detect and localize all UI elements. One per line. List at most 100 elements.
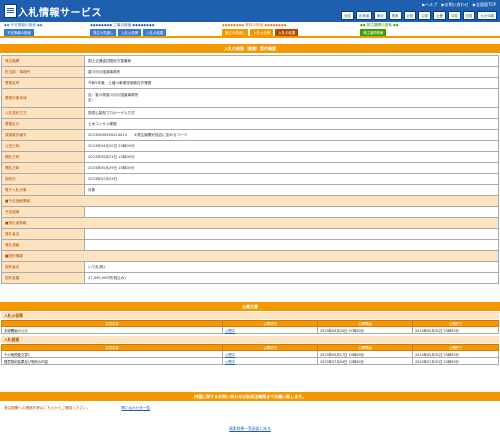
table-row: 随意契約結果及び契約の内容 公開中 2023年07月04日 10時00分 202… [1, 357, 499, 365]
nav-group-agency: ◆◆ 発注機関の検索 ◆◆ 発注機関情報 [360, 23, 399, 36]
row-label: 公告日時 [1, 140, 85, 152]
schedule-search-button[interactable]: 予定情報の検索 [4, 29, 34, 36]
construction-result-button[interactable]: 入札の結果 [143, 29, 167, 36]
row-value: 自：香川県香川河川国道事務所 至： [84, 88, 499, 108]
notice-docs-table: 文書名称 公開状況 公開開始 公開終了 手続開始の公示 公開中 2023年04月… [1, 320, 499, 334]
doc-status-link[interactable]: 公開中 [222, 326, 318, 334]
table-row: 発注機関 国土交通省四国地方整備局 [1, 55, 499, 67]
table-row: 開札日時 2023年05月29日 10時00分 [1, 162, 499, 174]
nav-caption: ◆◆ 発注機関の検索 ◆◆ [360, 23, 399, 27]
top-links: ▶ヘルプ ▶お問い合わせ ▶全国版TOP [419, 2, 496, 8]
contact-bar: 内容に関するお問い合わせは各発注機関までお願い致します。 [0, 392, 500, 401]
table-row: 業務名称 令和5年度 土器川事業評価検討外業務 [1, 77, 499, 89]
category-label: ■契約情報 [1, 250, 499, 262]
row-label: 業務対象地域 [1, 88, 85, 108]
back-link-wrap: 検索結果一覧画面に戻る [0, 426, 500, 432]
search-nav: ◆◆ 予定情報の検索 ◆◆ 予定情報の検索 ◆◆◆◆◆◆◆◆ 工事の検索 ◆◆◆… [0, 22, 500, 36]
category-label: ■落札者情報 [1, 217, 499, 229]
row-label: 落札者名 [1, 228, 85, 240]
row-value: 2023年05月23日 10時00分 [84, 151, 499, 163]
service-outlook-button[interactable]: 発注の見通し [222, 29, 249, 36]
contact-link[interactable]: ▶お問い合わせ [442, 2, 469, 7]
doc-start: 2023年05月17日 10時00分 [317, 350, 413, 358]
row-value: 2023年05月29日 10時00分 [84, 162, 499, 174]
table-row: ■契約情報 [1, 250, 499, 262]
app-title: 入札情報サービス [18, 8, 102, 19]
table-row: 調達案件番号 20230600650024014 ※発注機関が独自に定めるコード [1, 129, 499, 141]
construction-notice-button[interactable]: 入札公告等 [118, 29, 142, 36]
row-label: 発注機関 [1, 55, 85, 67]
row-label: 電子入札対象 [1, 184, 85, 196]
doc-start: 2023年04月20日 07時00分 [317, 326, 413, 334]
region-tab[interactable]: 全国 [341, 11, 354, 20]
doc-name: その他関連文書1 [1, 350, 223, 358]
table-row: 入札契約方式 簡易公募型プロポーザル方式 [1, 107, 499, 119]
table-row: 業務対象地域 自：香川県香川河川国道事務所 至： [1, 88, 499, 108]
region-tab[interactable]: 四国 [462, 11, 476, 20]
docs-title: 公開文書 [0, 302, 500, 311]
doc-name: 随意契約結果及び契約の内容 [1, 357, 223, 365]
row-label: 落札価格 [1, 239, 85, 251]
row-label: 契約日 [1, 173, 85, 185]
region-tab[interactable]: 中国 [447, 11, 461, 20]
region-tab[interactable]: 北陸 [403, 11, 417, 20]
row-value: 土木コンサル業務 [84, 118, 499, 130]
progress-docs-table: 文書名称 公開状況 公開開始 公開終了 その他関連文書1 公開中 2023年05… [1, 344, 499, 365]
help-link[interactable]: ▶ヘルプ [422, 2, 437, 7]
agency-info-button[interactable]: 発注機関情報 [360, 29, 387, 36]
header: 入札情報サービス ▶ヘルプ ▶お問い合わせ ▶全国版TOP 全国 北海道 東北 … [0, 0, 500, 22]
progress-heading: 入札経過 [1, 336, 499, 343]
row-label: 業務区分 [1, 118, 85, 130]
region-tabs: 全国 北海道 東北 関東 北陸 中部 近畿 中国 四国 九州沖縄 [341, 11, 497, 20]
notice-heading: 入札公告等 [1, 312, 499, 319]
service-notice-button[interactable]: 入札公告等 [250, 29, 274, 36]
table-row: 契約金額 27,995,000円(税込み) [1, 272, 499, 284]
contact-list-link[interactable]: 問い合わせ先一覧 [121, 406, 150, 410]
region-tab[interactable]: 近畿 [433, 11, 446, 20]
doc-end: 2023年05月31日 23時59分 [412, 326, 499, 334]
row-label: 開札日時 [1, 162, 85, 174]
region-tab[interactable]: 東北 [373, 11, 387, 20]
region-tab[interactable]: 九州沖縄 [477, 11, 497, 20]
back-to-results-link[interactable]: 検索結果一覧画面に戻る [229, 426, 271, 431]
row-label: 調達案件番号 [1, 129, 85, 141]
nav-group-construction: ◆◆◆◆◆◆◆◆ 工事の検索 ◆◆◆◆◆◆◆◆ 発注の見通し 入札公告等 入札の… [90, 23, 167, 36]
doc-end: 2023年05月31日 23時59分 [412, 350, 499, 358]
row-value: いであ(株) [84, 261, 499, 273]
row-value: 20230600650024014 ※発注機関が独自に定めるコード [84, 129, 499, 141]
construction-outlook-button[interactable]: 発注の見通し [90, 29, 117, 36]
row-value [84, 239, 499, 251]
row-label: 入札契約方式 [1, 107, 85, 119]
doc-status-link[interactable]: 公開中 [222, 350, 318, 358]
row-label: 開札日時 [1, 151, 85, 163]
table-row: ■予定価格情報 [1, 195, 499, 207]
doc-start: 2023年07月04日 10時00分 [317, 357, 413, 365]
table-row: 公告日時 2023年04月20日 10時00分 [1, 140, 499, 152]
table-row: 開札日時 2023年05月23日 10時00分 [1, 151, 499, 163]
doc-status-link[interactable]: 公開中 [222, 357, 318, 365]
table-row: 予定価格 [1, 206, 499, 218]
nav-group-service: ◆◆◆◆◆◆◆◆ 業務の検索 ◆◆◆◆◆◆◆◆ 発注の見通し 入札公告等 入札の… [222, 23, 299, 36]
nav-group-schedule: ◆◆ 予定情報の検索 ◆◆ 予定情報の検索 [4, 23, 43, 36]
table-row: ■落札者情報 [1, 217, 499, 229]
doc-name: 手続開始の公示 [1, 326, 223, 334]
table-row: 業務区分 土木コンサル業務 [1, 118, 499, 130]
nav-caption: ◆◆ 予定情報の検索 ◆◆ [4, 23, 43, 27]
row-label: 担当部・事務所 [1, 66, 85, 78]
section-title: 入札の経過（業務）案件概要 [0, 44, 500, 53]
row-value: 2023年07月03日 [84, 173, 499, 185]
region-tab[interactable]: 関東 [388, 11, 402, 20]
contact-text: 発注機関への連絡先等はこちらからご確認ください。 [4, 406, 91, 410]
national-top-link[interactable]: ▶全国版TOP [473, 2, 496, 7]
logo-icon [4, 4, 17, 18]
table-row: 契約日 2023年07月03日 [1, 173, 499, 185]
row-value: 対象 [84, 184, 499, 196]
region-tab[interactable]: 北海道 [355, 11, 372, 20]
region-tab[interactable]: 中部 [418, 11, 432, 20]
nav-caption: ◆◆◆◆◆◆◆◆ 工事の検索 ◆◆◆◆◆◆◆◆ [90, 23, 155, 27]
row-value: 簡易公募型プロポーザル方式 [84, 107, 499, 119]
category-label: ■予定価格情報 [1, 195, 499, 207]
table-row: 契約者名 いであ(株) [1, 261, 499, 273]
contact-line: 発注機関への連絡先等はこちらからご確認ください。 問い合わせ先一覧 [4, 406, 150, 411]
service-result-button[interactable]: 入札の結果 [275, 29, 299, 36]
